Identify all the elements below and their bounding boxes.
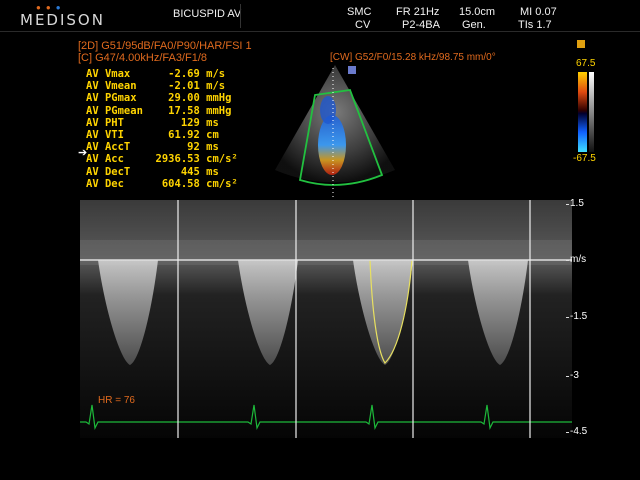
measurement-name: AV PGmean [86,104,150,117]
param-color: [C] G47/4.00kHz/FA3/F1/8 [78,52,208,64]
measurement-unit: cm/s² [206,153,238,166]
measurement-name: AV Vmax [86,68,150,80]
measurement-name: AV DecT [86,165,150,178]
color-scale-bar [578,72,594,152]
measurement-unit: cm/s² [206,177,238,190]
settings-marker-icon [577,40,585,48]
color-scale-bottom: -67.5 [573,153,596,164]
measurement-unit: ms [206,165,219,178]
measurement-row: AV Vmax -2.69 m/s [86,68,238,80]
param-2d: [2D] G51/95dB/FA0/P90/HAR/FSI 1 [78,40,252,52]
brand-logo: MEDISON [20,11,105,29]
measurement-unit: ms [206,141,219,154]
measurement-row: AV VTI 61.92 cm [86,129,238,141]
measurement-value: 2936.53 [149,153,207,166]
measurement-name: AV VTI [86,128,150,141]
measurement-value: -2.01 [149,80,207,93]
velocity-tick-label: -3 [570,370,579,381]
measurement-row: AV PHT 129 ms [86,117,238,129]
measurement-row: AV DecT 445 ms [86,166,238,178]
velocity-tick-label: 1.5 [570,198,584,209]
measurement-value: 92 [149,141,207,154]
measurement-unit: mmHg [206,92,232,105]
site-label: SMC [347,6,372,18]
frame-rate: FR 21Hz [396,6,440,18]
measurement-unit: cm [206,128,219,141]
measurement-value: 29.00 [149,92,207,105]
exam-label: BICUSPID AV [173,8,242,20]
measurement-value: 604.58 [149,177,207,190]
cursor-arrow-icon: ➔ [78,147,88,159]
measurement-row: AV Vmean -2.01 m/s [86,80,238,92]
heart-rate: HR = 76 [98,395,135,406]
velocity-tick-label: -4.5 [570,426,588,437]
sector-image [275,65,395,200]
velocity-tick-label: m/s [570,254,587,265]
color-scale-top: 67.5 [576,58,596,69]
measurement-row: AV PGmean 17.58 mmHg [86,105,238,117]
measurement-name: AV PHT [86,116,150,129]
doppler-spectrum [80,200,572,438]
probe-marker-icon [348,66,356,74]
measurement-row: AV PGmax 29.00 mmHg [86,92,238,104]
measurement-value: 129 [149,116,207,129]
depth-label: 15.0cm [459,6,496,18]
measurement-name: AV PGmax [86,92,150,105]
measurement-name: AV Acc [86,153,150,166]
mi-label: MI 0.07 [520,6,557,18]
measurement-unit: mmHg [206,104,232,117]
measurement-unit: m/s [206,68,226,80]
measurement-row: AV Acc 2936.53 cm/s² [86,153,238,165]
measurement-unit: ms [206,116,219,129]
measurement-unit: m/s [206,80,226,93]
measurement-name: AV Dec [86,177,150,190]
measurement-value: 445 [149,165,207,178]
measurement-list: AV Vmax -2.69 m/s AV Vmean -2.01 m/s AV PG… [86,68,238,190]
measurement-row: AV Dec 604.58 cm/s² [86,178,238,190]
measurement-value: -2.69 [149,68,207,80]
measurement-name: AV AccT [86,141,150,154]
measurement-row: AV AccT 92 ms [86,141,238,153]
measurement-value: 17.58 [149,104,207,117]
measurement-name: AV Vmean [86,80,150,93]
measurement-value: 61.92 [149,128,207,141]
velocity-tick-label: -1.5 [570,311,588,322]
